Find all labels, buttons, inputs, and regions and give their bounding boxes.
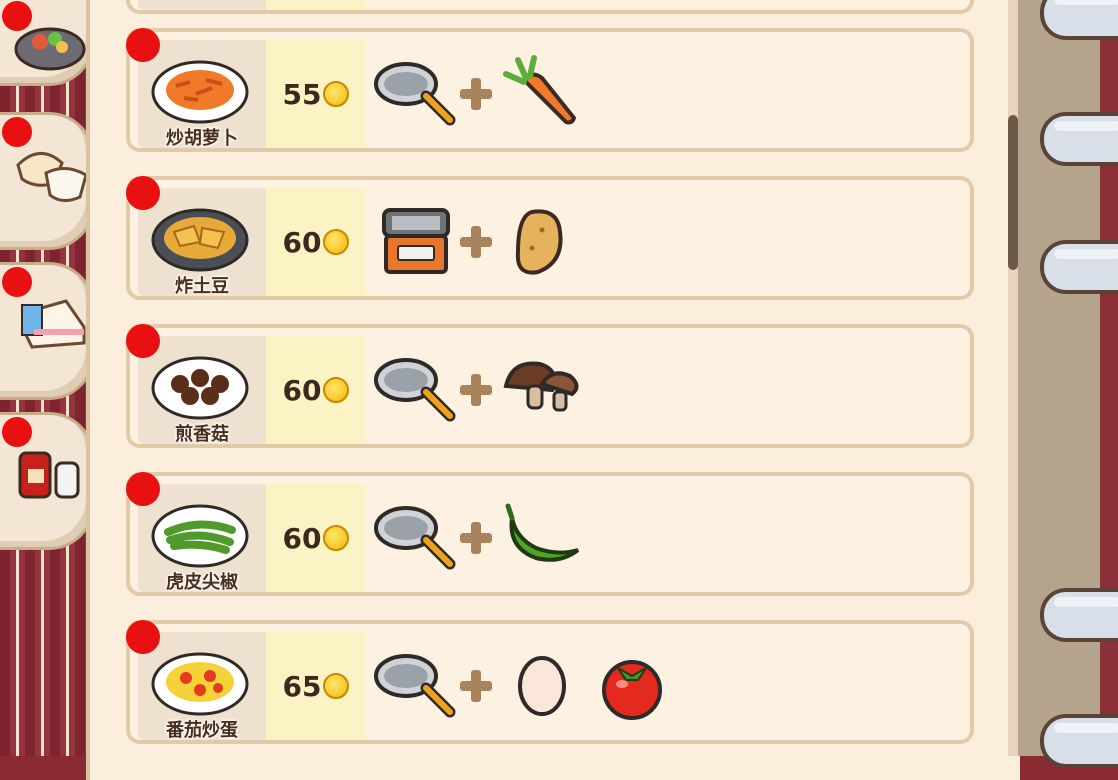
price-label: 65 [266,670,366,703]
price-value: 55 [282,78,322,111]
dish-carrot-image [151,60,249,124]
dish-cell: 虎皮尖椒 [138,484,266,593]
binder-ring [1040,240,1118,294]
binder-ring [1040,112,1118,166]
dish-name: 虎皮尖椒 [166,572,238,593]
coin-icon [323,377,350,403]
green-pepper-icon [502,498,586,578]
recipe-row-partial[interactable] [126,0,974,14]
tomato-icon [592,646,676,726]
new-badge [126,28,160,62]
carrot-icon [502,54,586,134]
dish-name: 炒胡萝卜 [166,128,238,149]
frying-pan-icon [374,54,458,134]
frying-pan-icon [374,350,458,430]
plus-icon [458,520,494,556]
scrollbar-thumb[interactable] [1008,115,1018,270]
new-badge [2,117,32,147]
coin-icon [323,673,350,699]
dish-name: 番茄炒蛋 [166,720,238,741]
plus-icon [458,668,494,704]
frying-pan-icon [374,498,458,578]
category-tab-staple[interactable] [0,112,95,250]
scrollbar-track[interactable] [1008,0,1018,756]
recipe-row[interactable]: 炒胡萝卜 55 [126,28,974,152]
price-label: 60 [266,374,366,407]
dish-name: 炸土豆 [175,276,229,297]
coin-icon [323,525,350,551]
dish-tiger-pepper-image [151,504,249,568]
recipe-row[interactable]: 番茄炒蛋 65 [126,620,974,744]
price-value: 60 [282,522,322,555]
price-value: 65 [282,670,322,703]
binder-ring [1040,588,1118,642]
price-cell: 60 [266,336,366,444]
dish-cell: 炒胡萝卜 [138,40,266,149]
plus-icon [458,372,494,408]
new-badge [2,1,32,31]
binder-ring [1040,0,1118,40]
frying-pan-icon [374,646,458,726]
category-tab-stir-fry[interactable] [0,0,95,86]
dish-cell: 煎香菇 [138,336,266,445]
egg-icon [502,646,586,726]
new-badge [126,176,160,210]
dish-cell: 番茄炒蛋 [138,632,266,741]
coin-icon [323,81,350,107]
recipe-row[interactable]: 虎皮尖椒 60 [126,472,974,596]
dish-fried-potato-image [151,208,249,272]
recipe-row[interactable]: 煎香菇 60 [126,324,974,448]
deep-fryer-icon [374,202,458,282]
price-label: 55 [266,78,366,111]
coin-icon [323,229,350,255]
recipe-row[interactable]: 炸土豆 60 [126,176,974,300]
potato-icon [502,202,586,282]
dish-tomato-egg-image [151,652,249,716]
price-cell: 55 [266,40,366,148]
new-badge [2,417,32,447]
mushroom-icon [502,350,586,430]
category-tab-dessert[interactable] [0,262,95,400]
dish-cell: 炸土豆 [138,188,266,297]
price-cell: 65 [266,632,366,740]
price-cell: 60 [266,484,366,592]
new-badge [2,267,32,297]
dish-name: 煎香菇 [175,424,229,445]
new-badge [126,472,160,506]
new-badge [126,324,160,358]
plus-icon [458,76,494,112]
category-tab-condiment[interactable] [0,412,95,550]
plus-icon [458,224,494,260]
price-value: 60 [282,226,322,259]
new-badge [126,620,160,654]
price-cell: 60 [266,188,366,296]
price-label: 60 [266,226,366,259]
dish-mushroom-image [151,356,249,420]
binder-ring [1040,714,1118,768]
price-value: 60 [282,374,322,407]
price-label: 60 [266,522,366,555]
